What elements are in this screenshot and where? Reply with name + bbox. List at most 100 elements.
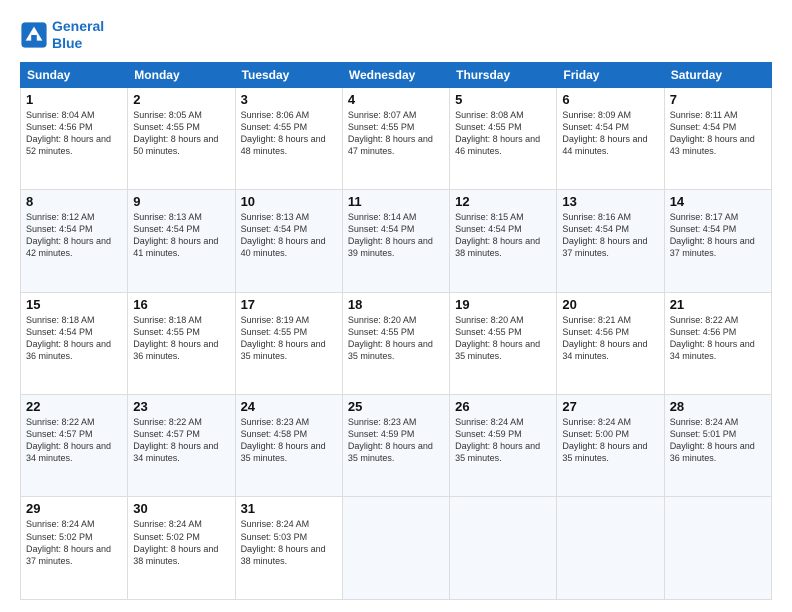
- calendar-cell: 1 Sunrise: 8:04 AMSunset: 4:56 PMDaylight…: [21, 87, 128, 189]
- day-detail: Sunrise: 8:07 AMSunset: 4:55 PMDaylight:…: [348, 109, 444, 158]
- calendar-cell: 12 Sunrise: 8:15 AMSunset: 4:54 PMDayligh…: [450, 190, 557, 292]
- day-detail: Sunrise: 8:20 AMSunset: 4:55 PMDaylight:…: [348, 314, 444, 363]
- day-detail: Sunrise: 8:19 AMSunset: 4:55 PMDaylight:…: [241, 314, 337, 363]
- logo: General Blue: [20, 18, 104, 52]
- weekday-header-row: SundayMondayTuesdayWednesdayThursdayFrid…: [21, 62, 772, 87]
- day-number: 28: [670, 399, 766, 414]
- calendar-cell: 5Sunrise: 8:08 AMSunset: 4:55 PMDaylight…: [450, 87, 557, 189]
- calendar-cell: 11Sunrise: 8:14 AMSunset: 4:54 PMDayligh…: [342, 190, 449, 292]
- day-detail: Sunrise: 8:17 AMSunset: 4:54 PMDaylight:…: [670, 211, 766, 260]
- day-number: 8: [26, 194, 122, 209]
- calendar-cell: 8Sunrise: 8:12 AMSunset: 4:54 PMDaylight…: [21, 190, 128, 292]
- calendar-page: General Blue SundayMondayTuesdayWednesda…: [0, 0, 792, 612]
- day-detail: Sunrise: 8:14 AMSunset: 4:54 PMDaylight:…: [348, 211, 444, 260]
- day-detail: Sunrise: 8:18 AMSunset: 4:55 PMDaylight:…: [133, 314, 229, 363]
- calendar-cell: 3 Sunrise: 8:06 AMSunset: 4:55 PMDaylight…: [235, 87, 342, 189]
- calendar-cell: 22 Sunrise: 8:22 AMSunset: 4:57 PMDayligh…: [21, 395, 128, 497]
- calendar-cell: 25 Sunrise: 8:23 AMSunset: 4:59 PMDayligh…: [342, 395, 449, 497]
- day-number: 7: [670, 92, 766, 107]
- weekday-header-saturday: Saturday: [664, 62, 771, 87]
- day-detail: Sunrise: 8:15 AMSunset: 4:54 PMDaylight:…: [455, 211, 551, 260]
- day-number: 9: [133, 194, 229, 209]
- day-number: 2: [133, 92, 229, 107]
- day-detail: Sunrise: 8:16 AMSunset: 4:54 PMDaylight:…: [562, 211, 658, 260]
- calendar-cell: 26 Sunrise: 8:24 AMSunset: 4:59 PMDayligh…: [450, 395, 557, 497]
- day-number: 4: [348, 92, 444, 107]
- calendar-cell: 23Sunrise: 8:22 AMSunset: 4:57 PMDayligh…: [128, 395, 235, 497]
- calendar-cell: 7 Sunrise: 8:11 AMSunset: 4:54 PMDaylight…: [664, 87, 771, 189]
- day-number: 18: [348, 297, 444, 312]
- day-detail: Sunrise: 8:06 AMSunset: 4:55 PMDaylight:…: [241, 109, 337, 158]
- day-number: 12: [455, 194, 551, 209]
- calendar-cell: 17Sunrise: 8:19 AMSunset: 4:55 PMDayligh…: [235, 292, 342, 394]
- weekday-header-friday: Friday: [557, 62, 664, 87]
- calendar-cell: [664, 497, 771, 600]
- calendar-cell: 21Sunrise: 8:22 AMSunset: 4:56 PMDayligh…: [664, 292, 771, 394]
- weekday-header-thursday: Thursday: [450, 62, 557, 87]
- day-number: 27: [562, 399, 658, 414]
- day-number: 13: [562, 194, 658, 209]
- calendar-cell: 9 Sunrise: 8:13 AMSunset: 4:54 PMDaylight…: [128, 190, 235, 292]
- day-detail: Sunrise: 8:20 AMSunset: 4:55 PMDaylight:…: [455, 314, 551, 363]
- day-detail: Sunrise: 8:13 AMSunset: 4:54 PMDaylight:…: [241, 211, 337, 260]
- day-number: 31: [241, 501, 337, 516]
- day-detail: Sunrise: 8:08 AMSunset: 4:55 PMDaylight:…: [455, 109, 551, 158]
- day-number: 16: [133, 297, 229, 312]
- calendar-cell: 10 Sunrise: 8:13 AMSunset: 4:54 PMDayligh…: [235, 190, 342, 292]
- day-detail: Sunrise: 8:24 AMSunset: 5:00 PMDaylight:…: [562, 416, 658, 465]
- calendar-cell: 6 Sunrise: 8:09 AMSunset: 4:54 PMDaylight…: [557, 87, 664, 189]
- calendar-cell: [557, 497, 664, 600]
- day-number: 3: [241, 92, 337, 107]
- calendar-cell: 4 Sunrise: 8:07 AMSunset: 4:55 PMDaylight…: [342, 87, 449, 189]
- day-number: 26: [455, 399, 551, 414]
- calendar-cell: 15 Sunrise: 8:18 AMSunset: 4:54 PMDayligh…: [21, 292, 128, 394]
- day-number: 10: [241, 194, 337, 209]
- day-detail: Sunrise: 8:18 AMSunset: 4:54 PMDaylight:…: [26, 314, 122, 363]
- day-number: 1: [26, 92, 122, 107]
- page-header: General Blue: [20, 18, 772, 52]
- day-number: 15: [26, 297, 122, 312]
- calendar-cell: [450, 497, 557, 600]
- day-detail: Sunrise: 8:09 AMSunset: 4:54 PMDaylight:…: [562, 109, 658, 158]
- day-number: 29: [26, 501, 122, 516]
- day-number: 19: [455, 297, 551, 312]
- day-detail: Sunrise: 8:24 AMSunset: 5:01 PMDaylight:…: [670, 416, 766, 465]
- day-detail: Sunrise: 8:24 AMSunset: 5:03 PMDaylight:…: [241, 518, 337, 567]
- calendar-cell: 24Sunrise: 8:23 AMSunset: 4:58 PMDayligh…: [235, 395, 342, 497]
- calendar-cell: 19 Sunrise: 8:20 AMSunset: 4:55 PMDayligh…: [450, 292, 557, 394]
- day-number: 22: [26, 399, 122, 414]
- logo-text: General Blue: [52, 18, 104, 52]
- day-number: 25: [348, 399, 444, 414]
- calendar-cell: 14 Sunrise: 8:17 AMSunset: 4:54 PMDayligh…: [664, 190, 771, 292]
- calendar-table: SundayMondayTuesdayWednesdayThursdayFrid…: [20, 62, 772, 600]
- day-number: 14: [670, 194, 766, 209]
- day-detail: Sunrise: 8:05 AMSunset: 4:55 PMDaylight:…: [133, 109, 229, 158]
- day-detail: Sunrise: 8:22 AMSunset: 4:57 PMDaylight:…: [26, 416, 122, 465]
- day-detail: Sunrise: 8:23 AMSunset: 4:58 PMDaylight:…: [241, 416, 337, 465]
- calendar-cell: 16 Sunrise: 8:18 AMSunset: 4:55 PMDayligh…: [128, 292, 235, 394]
- calendar-week-row: 1 Sunrise: 8:04 AMSunset: 4:56 PMDaylight…: [21, 87, 772, 189]
- calendar-cell: 29 Sunrise: 8:24 AMSunset: 5:02 PMDayligh…: [21, 497, 128, 600]
- calendar-week-row: 15 Sunrise: 8:18 AMSunset: 4:54 PMDayligh…: [21, 292, 772, 394]
- calendar-cell: 30 Sunrise: 8:24 AMSunset: 5:02 PMDayligh…: [128, 497, 235, 600]
- calendar-cell: [342, 497, 449, 600]
- day-detail: Sunrise: 8:13 AMSunset: 4:54 PMDaylight:…: [133, 211, 229, 260]
- day-detail: Sunrise: 8:22 AMSunset: 4:57 PMDaylight:…: [133, 416, 229, 465]
- day-number: 20: [562, 297, 658, 312]
- weekday-header-sunday: Sunday: [21, 62, 128, 87]
- logo-icon: [20, 21, 48, 49]
- day-number: 30: [133, 501, 229, 516]
- day-detail: Sunrise: 8:24 AMSunset: 5:02 PMDaylight:…: [26, 518, 122, 567]
- day-number: 6: [562, 92, 658, 107]
- day-detail: Sunrise: 8:24 AMSunset: 4:59 PMDaylight:…: [455, 416, 551, 465]
- day-detail: Sunrise: 8:11 AMSunset: 4:54 PMDaylight:…: [670, 109, 766, 158]
- day-detail: Sunrise: 8:24 AMSunset: 5:02 PMDaylight:…: [133, 518, 229, 567]
- day-number: 21: [670, 297, 766, 312]
- day-detail: Sunrise: 8:04 AMSunset: 4:56 PMDaylight:…: [26, 109, 122, 158]
- calendar-cell: 31 Sunrise: 8:24 AMSunset: 5:03 PMDayligh…: [235, 497, 342, 600]
- day-detail: Sunrise: 8:23 AMSunset: 4:59 PMDaylight:…: [348, 416, 444, 465]
- calendar-week-row: 22 Sunrise: 8:22 AMSunset: 4:57 PMDayligh…: [21, 395, 772, 497]
- calendar-cell: 2 Sunrise: 8:05 AMSunset: 4:55 PMDaylight…: [128, 87, 235, 189]
- weekday-header-tuesday: Tuesday: [235, 62, 342, 87]
- weekday-header-wednesday: Wednesday: [342, 62, 449, 87]
